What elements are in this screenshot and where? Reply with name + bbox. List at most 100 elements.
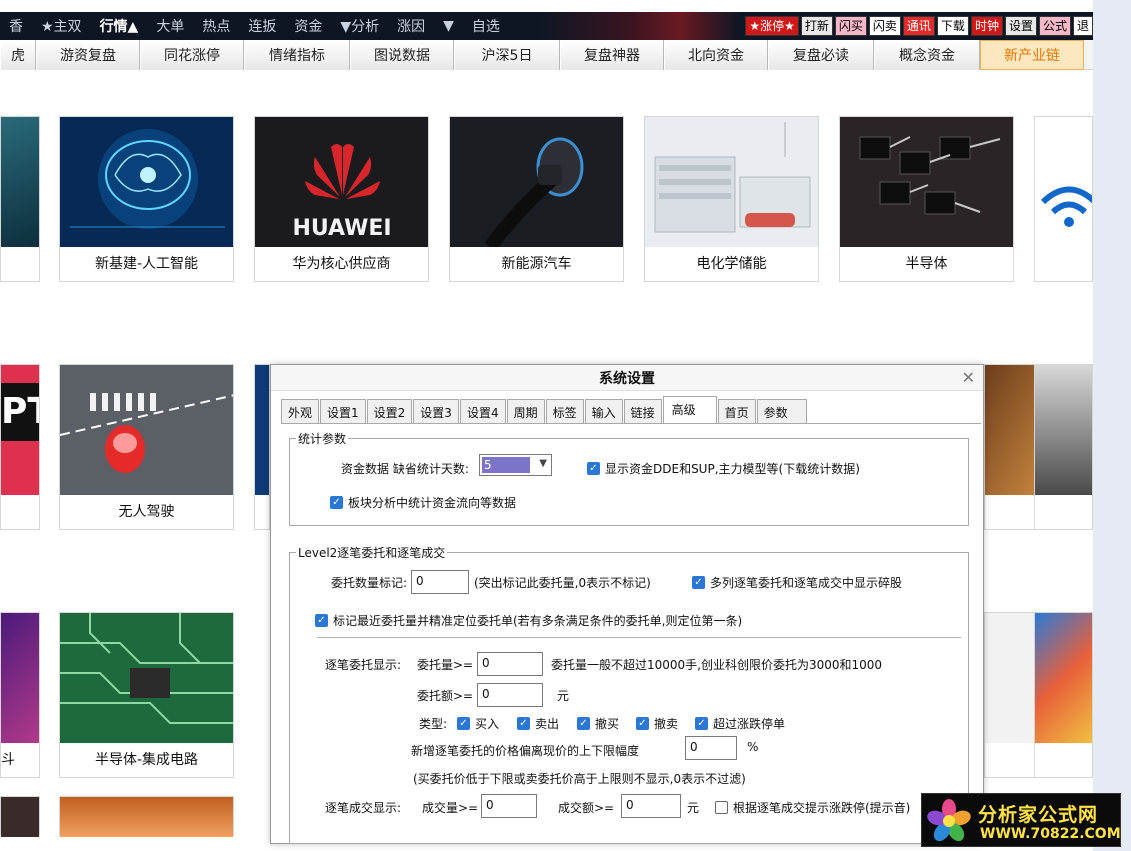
- toolbar-button-8[interactable]: 公式: [1038, 16, 1071, 36]
- card-partial-left-2[interactable]: PT: [0, 364, 40, 530]
- top-menu-bar: 香 ★主双 行情▲ 大单 热点 连扳 资金 ▼分析 涨因 ▼ 自选 ★涨停★ 打新…: [0, 12, 1093, 40]
- menu-item-zijin[interactable]: 资金: [285, 16, 331, 36]
- tab-hu[interactable]: 虎: [0, 40, 36, 70]
- tab-qingxu-zhibiao[interactable]: 情绪指标: [244, 40, 350, 70]
- dialog-tab-shezhi1[interactable]: 设置1: [320, 399, 366, 423]
- tab-xin-chanyelian[interactable]: 新产业链: [980, 40, 1084, 70]
- dialog-tabs: 外观 设置1 设置2 设置3 设置4 周期 标签 输入 链接 高级 首页 参数: [281, 396, 808, 423]
- toolbar-button-2[interactable]: 闪买: [834, 16, 867, 36]
- default-days-value: 5: [482, 457, 530, 473]
- order-amount-unit: 元: [557, 689, 570, 703]
- menu-item-zhushuang[interactable]: ★主双: [32, 16, 91, 36]
- toolbar-button-1[interactable]: 打新: [800, 16, 833, 36]
- pt-image: PT: [1, 365, 39, 495]
- card-integrated-circuit[interactable]: 半导体-集成电路: [59, 612, 234, 778]
- card-new-energy-vehicle[interactable]: 新能源汽车: [449, 116, 624, 282]
- pt-text: PT: [1, 383, 39, 441]
- menu-item-dropdown[interactable]: ▼: [434, 18, 463, 34]
- deal-amount-input[interactable]: 0: [621, 794, 681, 818]
- dialog-tab-shouye[interactable]: 首页: [717, 399, 756, 423]
- dialog-tab-panel: 统计参数 资金数据 缺省统计天数: 5 ▼ ✓ 显示资金DDE和SUP,主力模型…: [281, 423, 981, 845]
- type-buy-checkbox[interactable]: ✓ 买入: [457, 715, 499, 732]
- tab-youzi-fupan[interactable]: 游资复盘: [36, 40, 140, 70]
- toolbar-button-0[interactable]: ★涨停★: [745, 16, 799, 36]
- group-legend: Level2逐笔委托和逐笔成交: [298, 546, 446, 560]
- card-autonomous-driving[interactable]: 无人驾驶: [59, 364, 234, 530]
- dialog-tab-shezhi4[interactable]: 设置4: [459, 399, 506, 423]
- dialog-tab-shuru[interactable]: 输入: [584, 399, 623, 423]
- card-image: [60, 797, 233, 837]
- limit-sound-checkbox[interactable]: 根据逐笔成交提示涨跌停(提示音): [715, 799, 910, 816]
- price-range-input[interactable]: 0: [685, 736, 737, 760]
- menu-item-dadan[interactable]: 大单: [147, 16, 193, 36]
- card-row4-1[interactable]: [59, 796, 234, 837]
- menu-item-zixuan[interactable]: 自选: [463, 16, 509, 36]
- toolbar-button-9[interactable]: 退: [1072, 16, 1093, 36]
- menu-item-lianban[interactable]: 连扳: [239, 16, 285, 36]
- toolbar-button-5[interactable]: 下载: [936, 16, 969, 36]
- dialog-tab-zhouqi[interactable]: 周期: [506, 399, 545, 423]
- dialog-tab-waiguan[interactable]: 外观: [281, 399, 320, 423]
- type-sell-checkbox[interactable]: ✓ 卖出: [517, 715, 559, 732]
- card-label: 半导体-集成电路: [94, 752, 199, 768]
- tab-beixiang-zijin[interactable]: 北向资金: [664, 40, 768, 70]
- checkbox-checked-icon: ✓: [457, 717, 470, 730]
- dialog-tab-shezhi3[interactable]: 设置3: [413, 399, 459, 423]
- order-qty-label: 委托量>=: [417, 658, 474, 672]
- ev-charger-image: [450, 117, 623, 247]
- dialog-tab-shezhi2[interactable]: 设置2: [366, 399, 413, 423]
- huawei-logo-image: HUAWEI: [255, 117, 428, 247]
- card-ai-infrastructure[interactable]: 新基建-人工智能: [59, 116, 234, 282]
- toolbar-button-3[interactable]: 闪卖: [868, 16, 901, 36]
- toolbar-button-7[interactable]: 设置: [1004, 16, 1037, 36]
- chevron-down-icon[interactable]: ▼: [539, 458, 547, 469]
- card-huawei-suppliers[interactable]: HUAWEI 华为核心供应商: [254, 116, 429, 282]
- show-dde-checkbox[interactable]: ✓ 显示资金DDE和SUP,主力模型等(下载统计数据): [587, 460, 860, 477]
- card-electrochemical-storage[interactable]: 电化学储能: [644, 116, 819, 282]
- mark-qty-input[interactable]: 0: [411, 570, 469, 594]
- mark-recent-order-checkbox[interactable]: ✓ 标记最近委托量并精准定位委托单(若有多条满足条件的委托单,则定位第一条): [315, 612, 742, 629]
- menu-item-0[interactable]: 香: [0, 16, 32, 36]
- dialog-tab-gaoji[interactable]: 高级: [662, 396, 717, 423]
- card-partial-right-2[interactable]: [1034, 364, 1093, 530]
- card-semiconductor[interactable]: 半导体: [839, 116, 1014, 282]
- menu-item-hangqing[interactable]: 行情▲: [91, 16, 148, 36]
- card-partial-left-3[interactable]: 斗: [0, 612, 40, 778]
- pcb-image: [60, 613, 233, 743]
- order-amount-input[interactable]: 0: [477, 683, 543, 707]
- card-partial-right-wifi[interactable]: [1034, 116, 1093, 282]
- dialog-tab-canshu[interactable]: 参数: [756, 399, 807, 423]
- type-limit-order-checkbox[interactable]: ✓ 超过涨跌停单: [695, 715, 785, 732]
- type-cancel-sell-checkbox[interactable]: ✓ 撤卖: [636, 715, 678, 732]
- tab-tonghua-zhangting[interactable]: 同花涨停: [140, 40, 244, 70]
- flower-logo-icon: [927, 799, 971, 842]
- type-cancel-buy-checkbox[interactable]: ✓ 撤买: [577, 715, 619, 732]
- block-fund-flow-checkbox[interactable]: ✓ 板块分析中统计资金流向等数据: [330, 494, 516, 511]
- menu-item-redian[interactable]: 热点: [193, 16, 239, 36]
- order-qty-input[interactable]: 0: [477, 652, 543, 676]
- tab-gainian-zijin[interactable]: 概念资金: [874, 40, 980, 70]
- chip-image: [1, 613, 39, 743]
- checkbox-label: 多列逐笔委托和逐笔成交中显示碎股: [710, 576, 903, 590]
- close-icon[interactable]: ✕: [962, 368, 975, 387]
- menu-item-fenxi[interactable]: ▼分析: [331, 16, 388, 36]
- dialog-tab-biaoqian[interactable]: 标签: [545, 399, 584, 423]
- card-partial-left-4[interactable]: [0, 796, 40, 837]
- toolbar-buttons: ★涨停★ 打新 闪买 闪卖 通讯 下载 时钟 设置 公式退: [745, 16, 1093, 36]
- dialog-tab-lianjie[interactable]: 链接: [623, 399, 662, 423]
- card-partial-right-3[interactable]: [1034, 612, 1093, 778]
- deal-qty-input[interactable]: 0: [481, 794, 537, 818]
- menu-item-zhangyin[interactable]: 涨因: [388, 16, 434, 36]
- toolbar-button-6[interactable]: 时钟: [970, 16, 1003, 36]
- card-partial-left-1[interactable]: [0, 116, 40, 282]
- default-days-label: 资金数据 缺省统计天数:: [341, 462, 469, 476]
- tab-fupan-bidu[interactable]: 复盘必读: [768, 40, 874, 70]
- toolbar-button-4[interactable]: 通讯: [902, 16, 935, 36]
- default-days-select[interactable]: 5 ▼: [479, 454, 552, 476]
- show-odd-lot-checkbox[interactable]: ✓ 多列逐笔委托和逐笔成交中显示碎股: [692, 574, 902, 591]
- tab-tushuo-shuju[interactable]: 图说数据: [350, 40, 454, 70]
- order-qty-hint: 委托量一般不超过10000手,创业科创限价委托为3000和1000: [551, 658, 883, 672]
- tab-fupan-shenqi[interactable]: 复盘神器: [560, 40, 664, 70]
- card-label: 斗: [1, 752, 15, 768]
- tab-hushen-5ri[interactable]: 沪深5日: [454, 40, 560, 70]
